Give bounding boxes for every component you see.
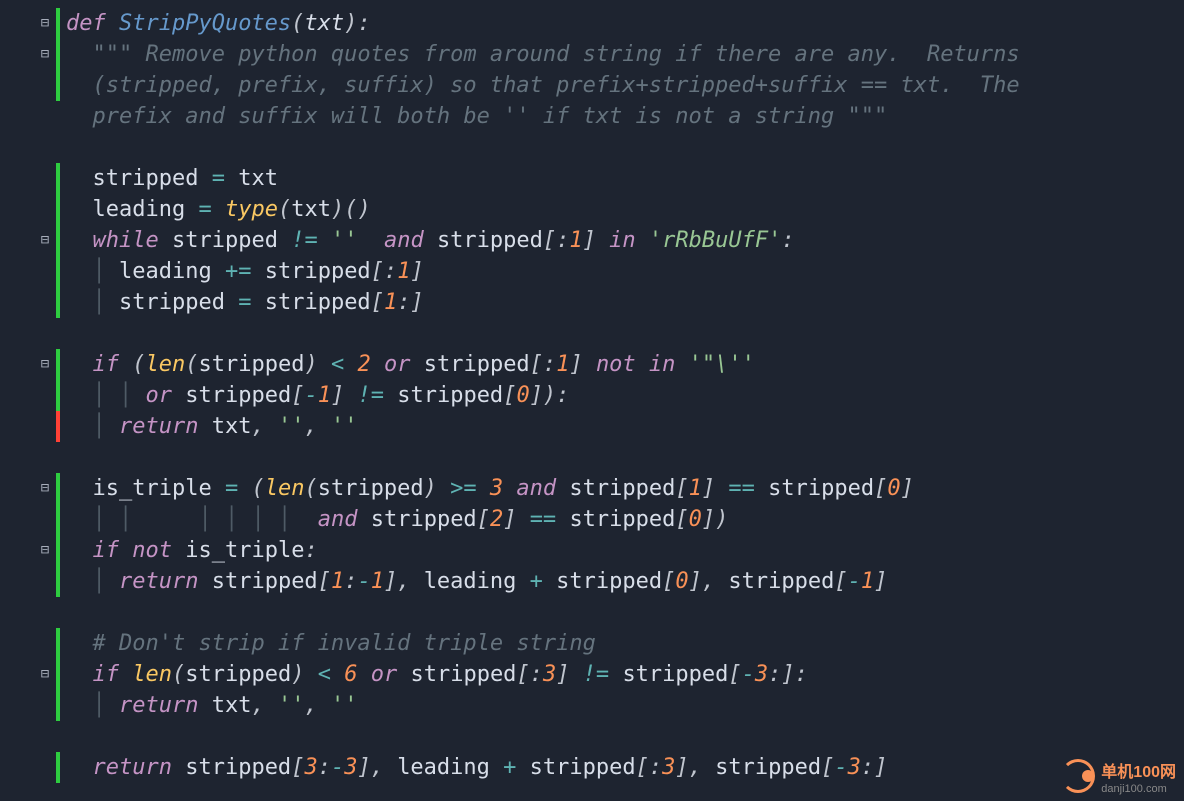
code-line[interactable]: │ return txt, '', '' (66, 690, 1184, 721)
code-line[interactable] (66, 442, 1184, 473)
fold-marker-icon[interactable]: ⊟ (38, 667, 52, 681)
code-line[interactable]: while stripped != '' and stripped[:1] in… (66, 225, 1184, 256)
diff-marker (56, 628, 60, 721)
code-area[interactable]: def StripPyQuotes(txt): """ Remove pytho… (60, 0, 1184, 801)
code-line[interactable]: """ Remove python quotes from around str… (66, 39, 1184, 70)
code-line[interactable]: def StripPyQuotes(txt): (66, 8, 1184, 39)
fold-marker-icon[interactable]: ⊟ (38, 543, 52, 557)
code-line[interactable]: prefix and suffix will both be '' if txt… (66, 101, 1184, 132)
code-line[interactable] (66, 318, 1184, 349)
fold-marker-icon[interactable]: ⊟ (38, 16, 52, 30)
diff-marker (56, 411, 60, 442)
code-line[interactable]: │ │ or stripped[-1] != stripped[0]): (66, 380, 1184, 411)
code-line[interactable]: # Don't strip if invalid triple string (66, 628, 1184, 659)
diff-marker (56, 39, 60, 101)
code-line[interactable] (66, 721, 1184, 752)
fold-marker-icon[interactable]: ⊟ (38, 233, 52, 247)
fold-marker-icon[interactable]: ⊟ (38, 481, 52, 495)
watermark-url: danji100.com (1101, 783, 1176, 795)
editor-gutter: ⊟ ⊟ ⊟ ⊟ ⊟ ⊟ ⊟ (0, 0, 60, 801)
watermark-brand: 单机100网 (1101, 764, 1176, 781)
diff-marker (56, 349, 60, 411)
watermark-logo-icon (1061, 759, 1095, 793)
code-line[interactable] (66, 132, 1184, 163)
code-editor: ⊟ ⊟ ⊟ ⊟ ⊟ ⊟ ⊟ def StripPyQuotes(txt): """ Remo… (0, 0, 1184, 801)
code-line[interactable]: leading = type(txt)() (66, 194, 1184, 225)
fold-marker-icon[interactable]: ⊟ (38, 47, 52, 61)
code-line[interactable] (66, 597, 1184, 628)
code-line[interactable]: if len(stripped) < 6 or stripped[:3] != … (66, 659, 1184, 690)
code-line[interactable]: if not is_triple: (66, 535, 1184, 566)
code-line[interactable]: is_triple = (len(stripped) >= 3 and stri… (66, 473, 1184, 504)
code-line[interactable]: (stripped, prefix, suffix) so that prefi… (66, 70, 1184, 101)
code-line[interactable]: │ │ │ │ │ │ and stripped[2] == stripped[… (66, 504, 1184, 535)
diff-marker (56, 8, 60, 39)
diff-marker (56, 473, 60, 597)
code-line[interactable]: return stripped[3:-3], leading + strippe… (66, 752, 1184, 783)
diff-marker (56, 752, 60, 783)
code-line[interactable]: │ leading += stripped[:1] (66, 256, 1184, 287)
diff-marker (56, 163, 60, 318)
code-line[interactable]: stripped = txt (66, 163, 1184, 194)
code-line[interactable]: │ stripped = stripped[1:] (66, 287, 1184, 318)
code-line[interactable]: │ return stripped[1:-1], leading + strip… (66, 566, 1184, 597)
code-line[interactable]: if (len(stripped) < 2 or stripped[:1] no… (66, 349, 1184, 380)
watermark: 单机100网 danji100.com (1061, 757, 1176, 795)
fold-marker-icon[interactable]: ⊟ (38, 357, 52, 371)
code-line[interactable]: │ return txt, '', '' (66, 411, 1184, 442)
